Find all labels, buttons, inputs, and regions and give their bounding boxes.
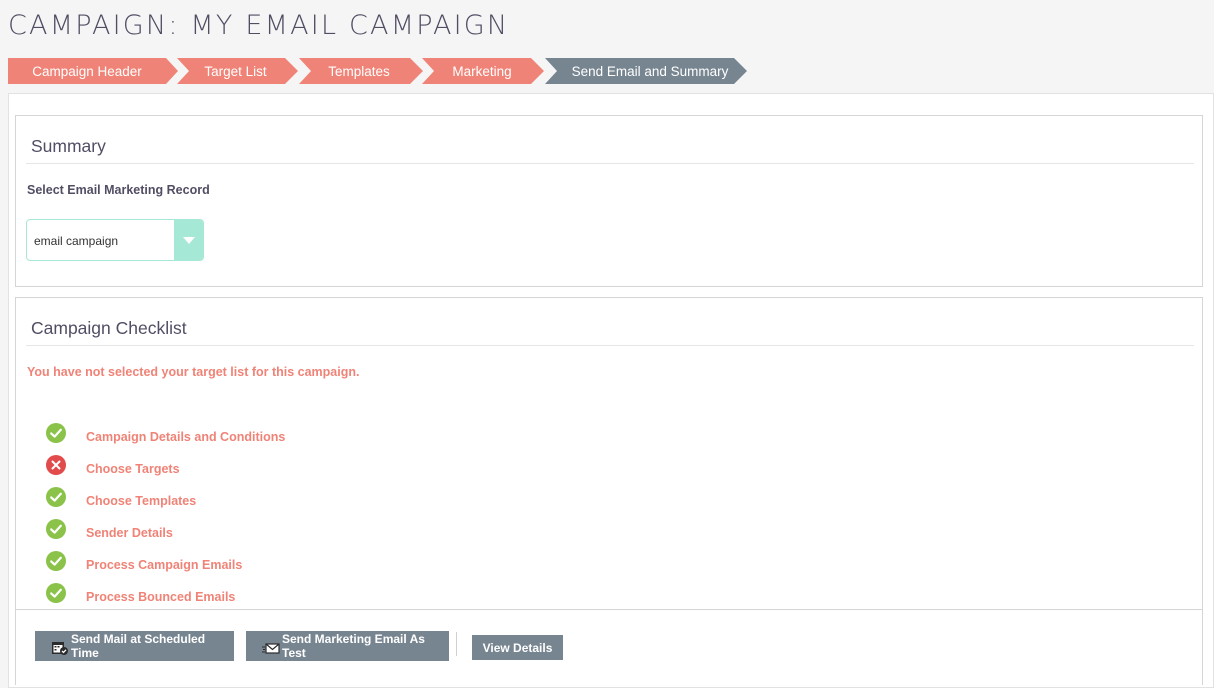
checklist-item-label[interactable]: Choose Templates (86, 494, 196, 508)
checklist-item-label[interactable]: Process Campaign Emails (86, 558, 242, 572)
check-circle-icon (46, 519, 66, 539)
email-marketing-label: Select Email Marketing Record (27, 183, 210, 197)
email-marketing-select[interactable]: email campaign (26, 219, 204, 261)
step-target-list[interactable]: Target List (177, 58, 298, 84)
check-circle-icon (46, 583, 66, 603)
step-campaign-header[interactable]: Campaign Header (8, 58, 178, 84)
checklist-item: Choose Templates (46, 487, 446, 509)
check-circle-icon (46, 487, 66, 507)
checklist-item-label[interactable]: Sender Details (86, 526, 173, 540)
send-scheduled-label: Send Mail at Scheduled Time (71, 632, 206, 660)
checklist-item: Campaign Details and Conditions (46, 423, 446, 445)
x-circle-icon (46, 455, 66, 475)
send-test-label: Send Marketing Email As Test (282, 632, 425, 660)
view-details-button[interactable]: View Details (472, 635, 563, 660)
checklist-item-label[interactable]: Process Bounced Emails (86, 590, 235, 604)
summary-title: Summary (31, 136, 106, 156)
checklist-item: Process Bounced Emails (46, 583, 446, 605)
checklist-item: Choose Targets (46, 455, 446, 477)
send-test-button[interactable]: Send Marketing Email As Test (246, 631, 449, 661)
wizard-steps: Campaign Header Target List Templates Ma… (8, 58, 768, 84)
step-templates[interactable]: Templates (299, 58, 423, 84)
calendar-check-icon (51, 640, 69, 656)
send-scheduled-button[interactable]: Send Mail at Scheduled Time (35, 631, 234, 661)
step-marketing[interactable]: Marketing (422, 58, 544, 84)
main-content: Summary Select Email Marketing Record em… (8, 93, 1214, 688)
page-title: CAMPAIGN: MY EMAIL CAMPAIGN (8, 10, 510, 41)
checklist-item-label[interactable]: Choose Targets (86, 462, 180, 476)
checklist-title: Campaign Checklist (31, 318, 187, 338)
summary-divider (26, 163, 1194, 164)
checklist-item-label[interactable]: Campaign Details and Conditions (86, 430, 285, 444)
target-list-warning: You have not selected your target list f… (27, 365, 360, 379)
chevron-down-icon[interactable] (174, 220, 203, 260)
button-divider (456, 632, 457, 656)
envelope-icon (262, 640, 280, 656)
check-circle-icon (46, 551, 66, 571)
summary-panel: Summary Select Email Marketing Record em… (15, 115, 1203, 287)
checklist-divider (26, 345, 1194, 346)
check-circle-icon (46, 423, 66, 443)
checklist-item: Process Campaign Emails (46, 551, 446, 573)
action-bar: Send Mail at Scheduled Time Send Marketi… (15, 609, 1203, 687)
checklist-item: Sender Details (46, 519, 446, 541)
step-send-email-summary[interactable]: Send Email and Summary (545, 58, 747, 84)
select-value: email campaign (34, 234, 119, 248)
